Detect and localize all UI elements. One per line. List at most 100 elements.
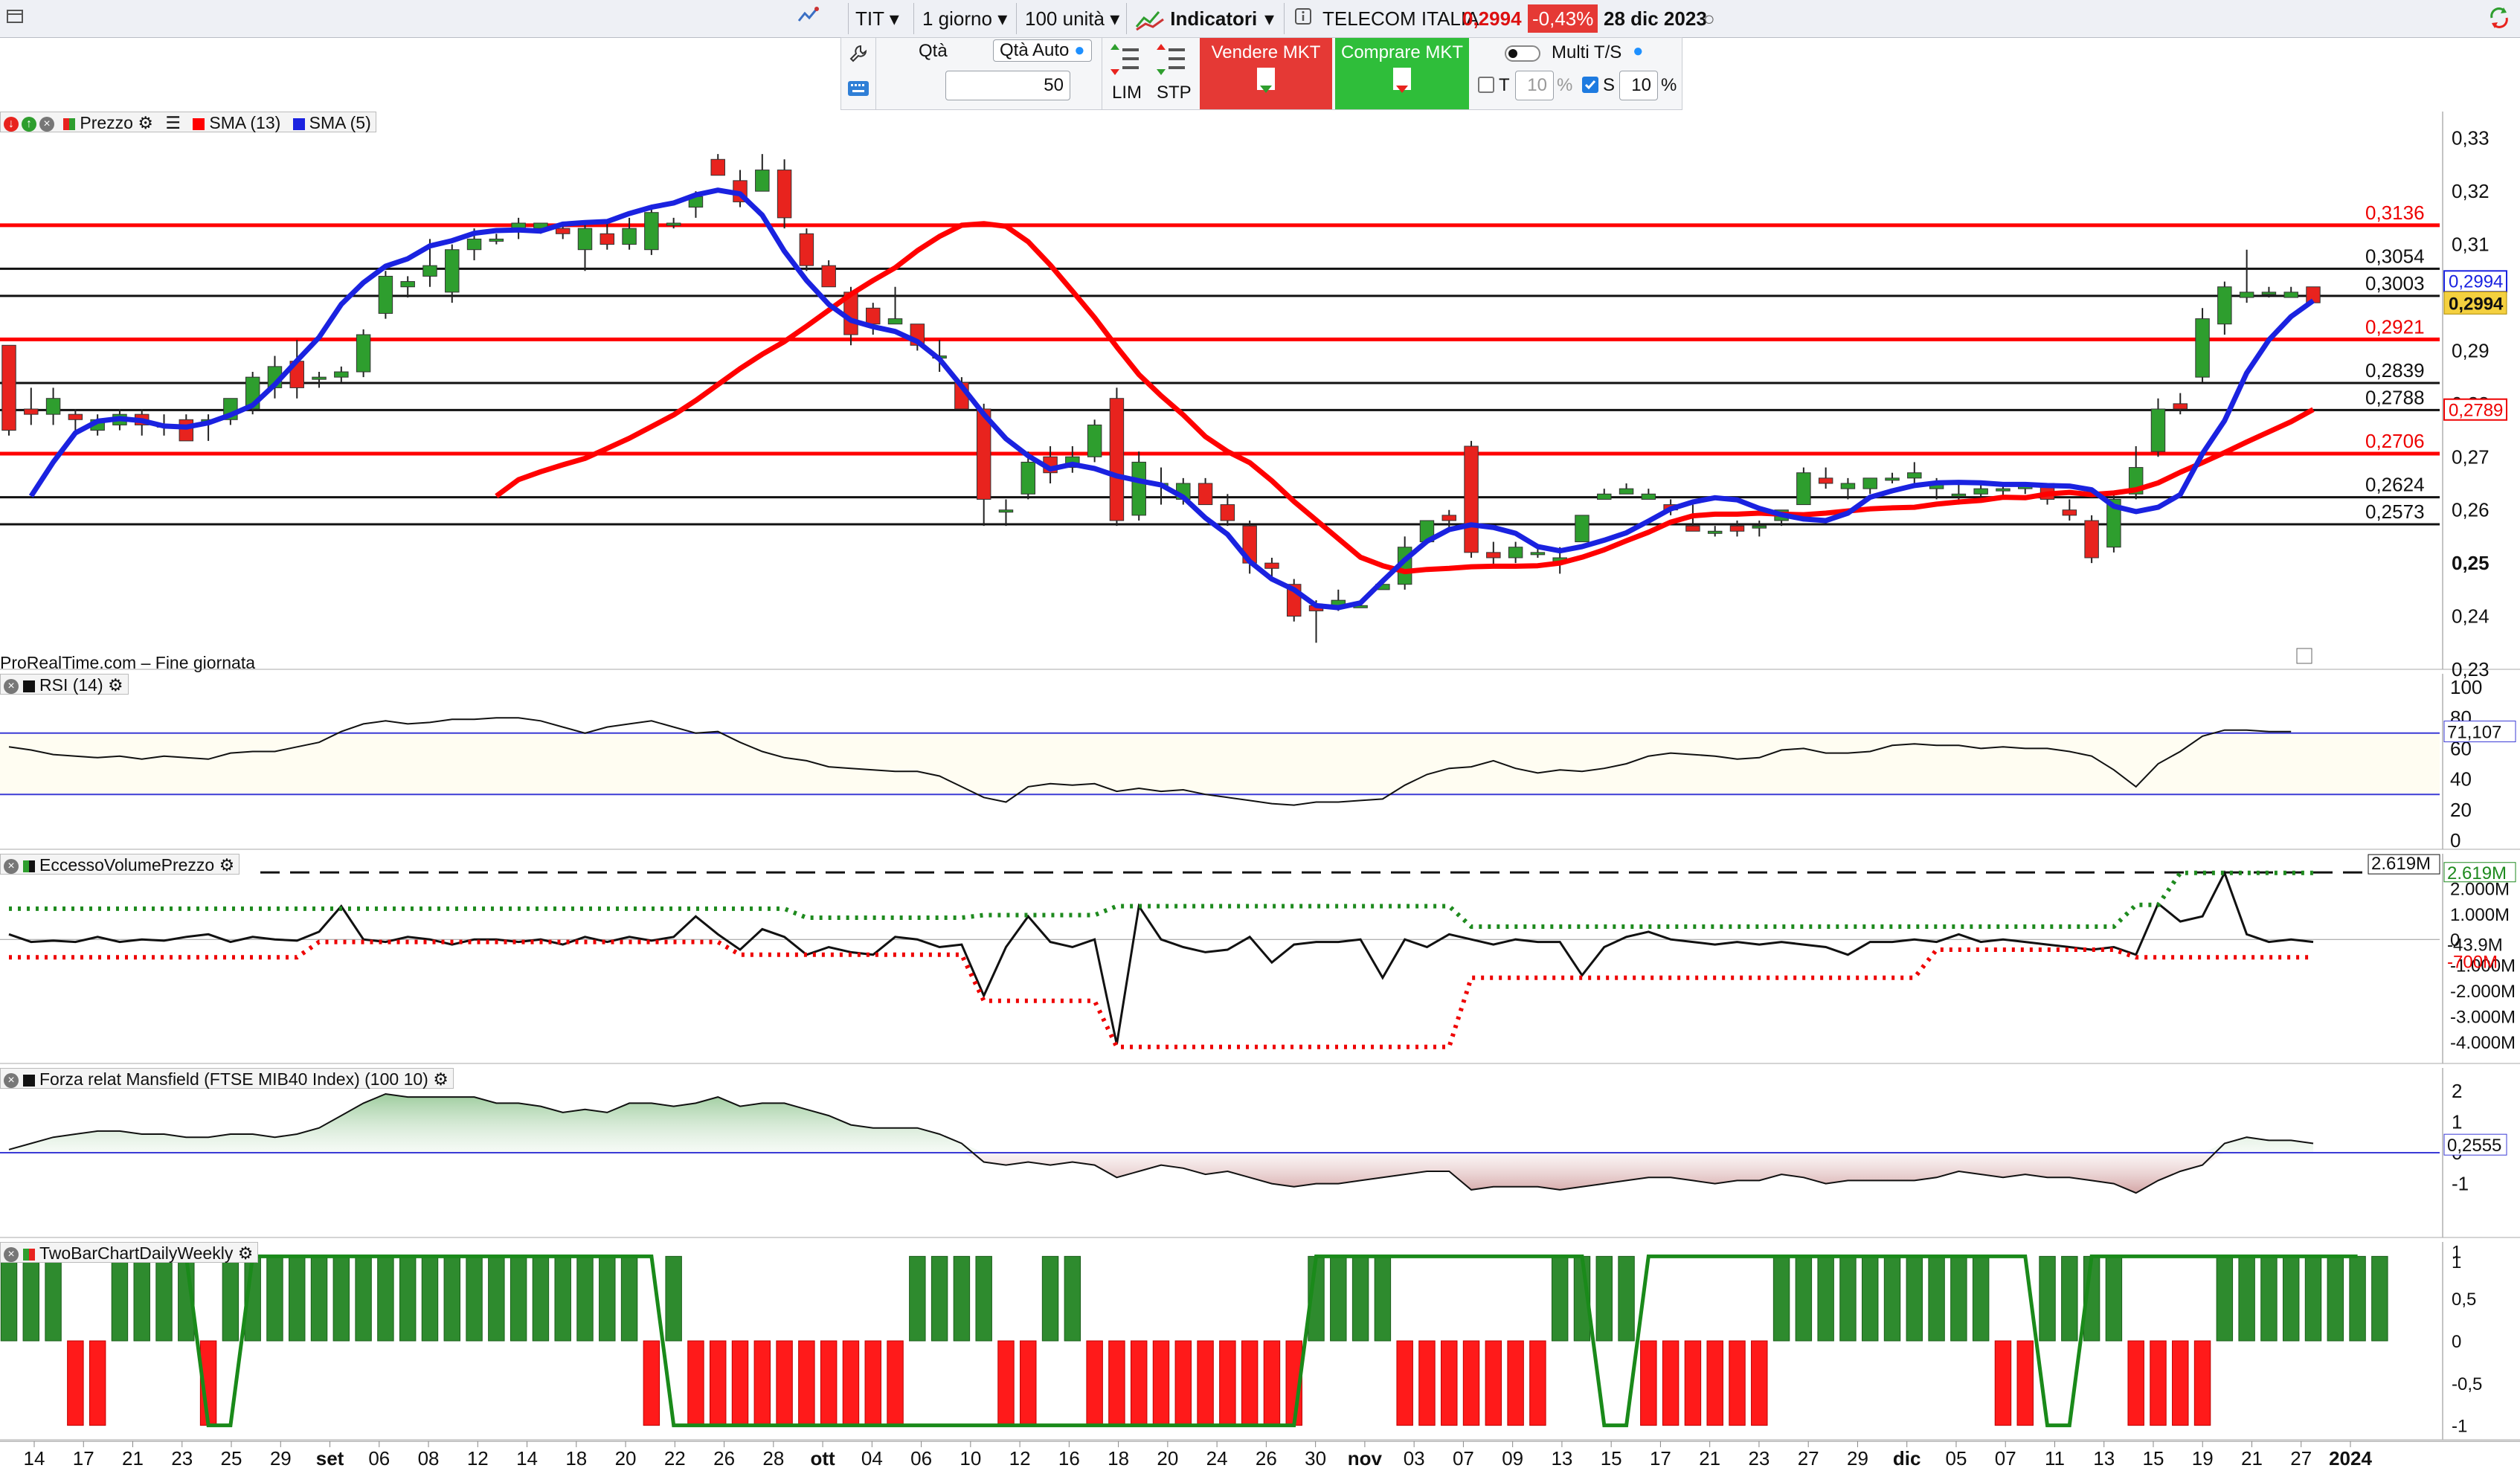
remove-down-icon[interactable]: ↓ [4, 116, 19, 132]
date-tick-label: 21 [2241, 1447, 2263, 1470]
rsi-panel-header[interactable]: × RSI (14) ⚙ [0, 674, 129, 695]
date-tick-label: 25 [221, 1447, 242, 1470]
twobar-daily-bar [1684, 1340, 1702, 1426]
twobar-daily-bar [1441, 1340, 1458, 1426]
twobar-daily-bar [510, 1255, 527, 1342]
candle-body [622, 228, 637, 245]
candle-body [1951, 493, 1967, 497]
chart-area[interactable]: 0,330,320,310,30,290,280,270,260,250,240… [0, 0, 2520, 1471]
evp-tick-label: 1.000M [2450, 905, 2510, 925]
evp-tick-label: -3.000M [2450, 1007, 2516, 1027]
candle-body [1907, 472, 1922, 479]
date-tick-label: 19 [2192, 1447, 2214, 1470]
wrench-icon[interactable]: ⚙ [238, 1243, 254, 1263]
twobar-daily-bar [1462, 1340, 1480, 1426]
twobar-daily-bar [753, 1340, 771, 1426]
twobar-daily-bar [1064, 1255, 1081, 1342]
rsi-tick-label: 0 [2450, 829, 2460, 852]
date-tick-label: 15 [2143, 1447, 2164, 1470]
candle-body [1685, 525, 1700, 532]
twobar-daily-bar [2061, 1255, 2078, 1342]
candle-body [1486, 552, 1501, 559]
level-label: 0,2788 [2365, 386, 2425, 408]
rsi-panel: 10080604020071,107 [0, 674, 2520, 852]
wrench-icon[interactable]: ⚙ [108, 675, 123, 695]
evp-tick-label: -4.000M [2450, 1033, 2516, 1053]
twobar-daily-bar [975, 1255, 992, 1342]
twobar-daily-bar [643, 1340, 660, 1426]
candle-body [2062, 509, 2077, 516]
twobar-daily-bar [399, 1255, 417, 1342]
date-tick-label: 09 [1502, 1447, 1523, 1470]
date-tick-label: 26 [1256, 1447, 1277, 1470]
close-icon[interactable]: × [4, 678, 19, 694]
twobar-daily-bar [2105, 1255, 2123, 1342]
candle-body [1597, 493, 1612, 500]
date-tick-label: 07 [1453, 1447, 1474, 1470]
candle-body [422, 265, 437, 277]
evp-panel-header[interactable]: × EccessoVolumePrezzo ⚙ [0, 854, 240, 875]
candle-body [1020, 461, 1036, 495]
twobar-daily-bar [1330, 1255, 1347, 1342]
close-icon[interactable]: × [4, 1072, 19, 1088]
twobar-daily-bar [67, 1340, 84, 1426]
price-tick-label: 0,27 [2452, 445, 2490, 468]
twobar-daily-bar [488, 1255, 505, 1342]
twobar-daily-bar [1507, 1340, 1524, 1426]
date-tick-label: 04 [861, 1447, 883, 1470]
candle-body [68, 413, 83, 420]
twobar-daily-bar [111, 1255, 129, 1342]
close-icon[interactable]: × [4, 858, 19, 874]
twobar-daily-bar [222, 1255, 240, 1342]
twobar-panel-header[interactable]: × TwoBarChartDailyWeekly ⚙ [0, 1242, 259, 1263]
candle-body [378, 275, 393, 314]
date-tick-label: 06 [368, 1447, 390, 1470]
volume-excess-panel: 2.619M2.000M1.000M0-1.000M-2.000M-3.000M… [0, 854, 2520, 1064]
mansfield-value-label: 0,2555 [2447, 1136, 2501, 1156]
candle-body [1840, 483, 1856, 489]
level-label: 0,3003 [2365, 272, 2425, 294]
candle-body [2217, 286, 2232, 325]
wrench-icon[interactable]: ⚙ [433, 1069, 449, 1089]
close-icon[interactable]: × [39, 116, 54, 132]
twobar-daily-bar [1374, 1255, 1392, 1342]
price-tick-label: 0,29 [2452, 339, 2490, 361]
candle-body [1996, 488, 2010, 492]
mansfield-panel-header[interactable]: × Forza relat Mansfield (FTSE MIB40 Index… [0, 1068, 454, 1089]
list-icon[interactable]: ☰ [165, 113, 181, 132]
wrench-icon[interactable]: ⚙ [138, 113, 153, 132]
twobar-daily-bar [1928, 1255, 1945, 1342]
close-icon[interactable]: × [4, 1246, 19, 1262]
move-up-icon[interactable]: ↑ [22, 116, 36, 132]
twobar-daily-bar [2039, 1255, 2056, 1342]
price-tick-label: 0,25 [2452, 552, 2490, 574]
twobar-daily-bar [1883, 1255, 1901, 1342]
twobar-daily-bar [687, 1340, 704, 1426]
date-tick-label: 24 [1206, 1447, 1228, 1470]
twobar-daily-bar [2127, 1340, 2144, 1426]
price-panel-header[interactable]: ↓ ↑ × Prezzo ⚙ ☰ SMA (13) SMA (5) [0, 112, 376, 132]
twobar-daily-bar [1418, 1340, 1436, 1426]
twobar-daily-bar [355, 1255, 372, 1342]
date-tick-label: 20 [615, 1447, 637, 1470]
date-tick-label: 14 [516, 1447, 538, 1470]
level-label: 0,2921 [2365, 315, 2425, 338]
date-tick-label: 12 [1009, 1447, 1031, 1470]
twobar-daily-bar [2260, 1255, 2278, 1342]
candle-body [1530, 552, 1546, 556]
date-tick-label: 12 [467, 1447, 489, 1470]
twobar-daily-bar [2371, 1255, 2388, 1342]
date-tick-label: 13 [1551, 1447, 1572, 1470]
twobar-daily-bar [1086, 1340, 1103, 1426]
level-label: 0,2573 [2365, 500, 2425, 523]
candle-body [466, 238, 482, 251]
twobar-daily-bar [532, 1255, 550, 1342]
candle-body [45, 398, 61, 415]
candle-body [1707, 530, 1723, 534]
rsi-band-fill [0, 733, 2440, 795]
twobar-tick-label: 0 [2452, 1332, 2461, 1352]
candle-body [400, 281, 415, 288]
wrench-icon[interactable]: ⚙ [219, 855, 235, 875]
date-tick-label: 08 [418, 1447, 440, 1470]
candle-body [2173, 403, 2188, 410]
